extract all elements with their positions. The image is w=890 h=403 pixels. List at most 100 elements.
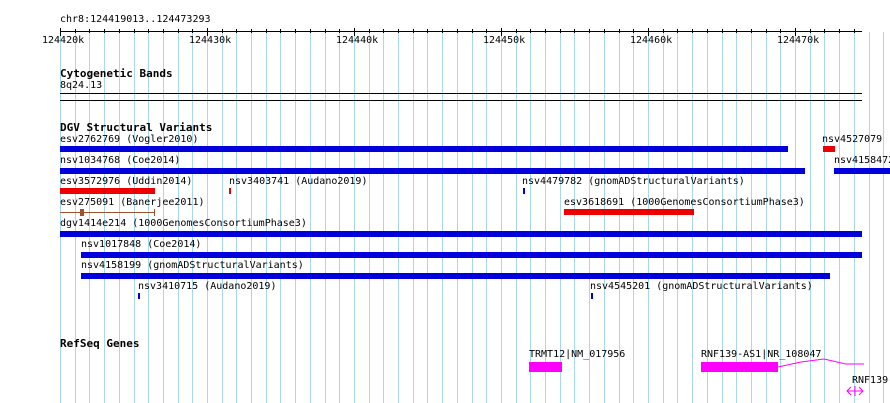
ruler-minor-tick (89, 29, 90, 33)
grid-line (472, 32, 473, 403)
ruler-minor-tick (722, 29, 723, 33)
ruler-minor-tick (325, 29, 326, 33)
ruler-minor-tick (560, 29, 561, 33)
variant-bar[interactable] (60, 188, 155, 194)
variant-bar[interactable] (138, 293, 140, 299)
feature-label: dgv1414e214 (1000GenomesConsortiumPhase3… (60, 218, 307, 229)
feature-label: nsv4527079 (822, 134, 883, 145)
variant-bar[interactable] (834, 168, 890, 174)
grid-line (795, 32, 796, 403)
ruler-minor-tick (501, 29, 502, 33)
ruler-minor-tick (457, 29, 458, 33)
ruler-minor-tick (119, 29, 120, 33)
variant-bar[interactable] (591, 293, 593, 299)
grid-line (824, 32, 825, 403)
ruler-minor-tick (766, 29, 767, 33)
ruler-minor-tick (854, 29, 855, 33)
feature-label: esv3572976 (Uddin2014) (60, 176, 193, 187)
grid-line (427, 32, 428, 403)
ruler-minor-tick (369, 29, 370, 33)
variant-bar-block[interactable] (80, 209, 84, 216)
ruler-minor-tick (692, 29, 693, 33)
variant-bar[interactable] (60, 146, 788, 152)
ruler-tick-label: 124470k (777, 35, 820, 46)
cytogenetic-track-title: Cytogenetic Bands (60, 67, 173, 80)
variant-bar[interactable] (81, 273, 830, 279)
grid-line (413, 32, 414, 403)
variant-bar[interactable] (823, 146, 835, 152)
gene-exon[interactable] (529, 362, 562, 372)
ruler-minor-tick (354, 29, 355, 33)
ruler-minor-tick (236, 29, 237, 33)
ruler-tick-label: 124440k (336, 35, 379, 46)
grid-line (589, 32, 590, 403)
ruler-minor-tick (266, 29, 267, 33)
ruler-minor-tick (707, 29, 708, 33)
ruler-minor-tick (310, 29, 311, 33)
ruler-minor-tick (413, 29, 414, 33)
variant-bar[interactable] (564, 209, 694, 215)
feature-label: nsv4158472 (834, 155, 890, 166)
gene-label: TRMT12|NM_017956 (529, 349, 626, 360)
grid-line (780, 32, 781, 403)
ruler-minor-tick (60, 29, 61, 33)
ruler-minor-tick (280, 29, 281, 33)
ruler-minor-tick (427, 29, 428, 33)
grid-line (516, 32, 517, 403)
ruler-minor-tick (619, 29, 620, 33)
genome-browser-canvas[interactable]: chr8:124419013..124473293 124420k 124430k… (0, 0, 890, 403)
grid-line (677, 32, 678, 403)
grid-line (604, 32, 605, 403)
ruler-minor-tick (472, 29, 473, 33)
variant-bar[interactable] (60, 168, 805, 174)
location-label: chr8:124419013..124473293 (60, 14, 211, 25)
ruler-minor-tick (163, 29, 164, 33)
ruler-tick-label: 124460k (630, 35, 673, 46)
grid-line (883, 32, 884, 403)
grid-line (722, 32, 723, 403)
variant-bar[interactable] (229, 188, 231, 194)
variant-bar[interactable] (523, 188, 525, 194)
grid-line (869, 32, 870, 403)
ruler-minor-tick (663, 29, 664, 33)
grid-line (457, 32, 458, 403)
ruler-minor-tick (104, 29, 105, 33)
feature-label: nsv4545201 (gnomADStructuralVariants) (590, 281, 813, 292)
grid-line (560, 32, 561, 403)
dgv-track-title: DGV Structural Variants (60, 121, 213, 134)
ruler-minor-tick (207, 29, 208, 33)
variant-bar[interactable] (81, 252, 862, 258)
ruler-minor-tick (442, 29, 443, 33)
feature-label: esv2762769 (Vogler2010) (60, 134, 199, 145)
feature-label: nsv1034768 (Coe2014) (60, 155, 181, 166)
grid-line (751, 32, 752, 403)
ruler-minor-tick (192, 29, 193, 33)
variant-bar[interactable] (60, 231, 862, 237)
grid-line (766, 32, 767, 403)
feature-label: nsv3403741 (Audano2019) (229, 176, 368, 187)
grid-line (310, 32, 311, 403)
grid-line (442, 32, 443, 403)
grid-line (501, 32, 502, 403)
feature-label: nsv3410715 (Audano2019) (138, 281, 277, 292)
ruler-axis (60, 31, 862, 32)
ruler-tick-label: 124450k (483, 35, 526, 46)
ruler-minor-tick (148, 29, 149, 33)
ruler-tick-label: 124430k (189, 35, 232, 46)
ruler-minor-tick (398, 29, 399, 33)
ruler-minor-tick (589, 29, 590, 33)
ruler-minor-tick (134, 29, 135, 33)
gene-exon[interactable] (701, 362, 778, 372)
variant-bar[interactable] (60, 212, 155, 213)
grid-line (854, 32, 855, 403)
ruler-minor-tick (795, 29, 796, 33)
ruler-minor-tick (75, 29, 76, 33)
gene-strand-arrow-icon[interactable] (845, 385, 865, 397)
grid-line (663, 32, 664, 403)
variant-bar-block[interactable] (154, 209, 155, 216)
ruler-minor-tick (178, 29, 179, 33)
cytoband-line-top (60, 93, 862, 94)
grid-line (633, 32, 634, 403)
refseq-track-title: RefSeq Genes (60, 337, 140, 350)
ruler-tick-label: 124420k (42, 35, 85, 46)
